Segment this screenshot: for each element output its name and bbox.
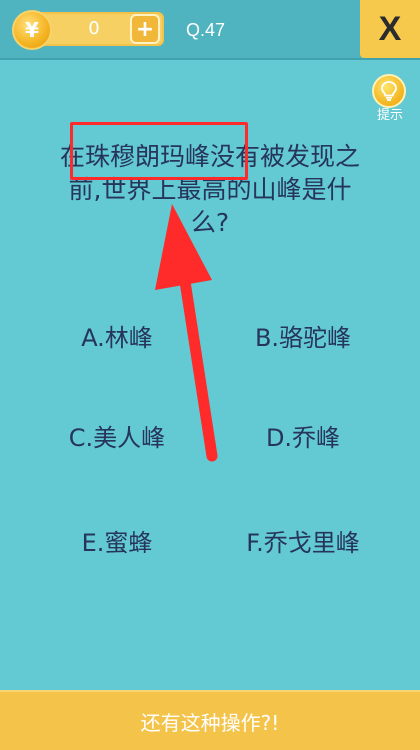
hint-label: 提示	[376, 108, 403, 123]
red-arrow-annotation	[155, 204, 218, 462]
add-coins-button[interactable]: +	[130, 14, 160, 44]
coin-count: 0	[88, 18, 100, 39]
option-e[interactable]: E.蜜蜂	[42, 525, 192, 561]
option-a[interactable]: A.林峰	[42, 320, 192, 356]
hint-button[interactable]	[372, 74, 406, 108]
bottom-banner[interactable]: 还有这种操作?!	[0, 690, 420, 750]
level-label: Q.47	[186, 20, 226, 40]
option-f[interactable]: F.乔戈里峰	[228, 525, 378, 561]
coin-icon: ¥	[12, 10, 52, 50]
highlight-annotation	[70, 122, 248, 180]
close-button[interactable]: X	[360, 0, 420, 58]
option-d[interactable]: D.乔峰	[228, 420, 378, 456]
option-c[interactable]: C.美人峰	[42, 420, 192, 456]
bottom-banner-label: 还有这种操作?!	[140, 710, 280, 735]
option-b[interactable]: B.骆驼峰	[228, 320, 378, 356]
lightbulb-icon	[381, 81, 397, 101]
